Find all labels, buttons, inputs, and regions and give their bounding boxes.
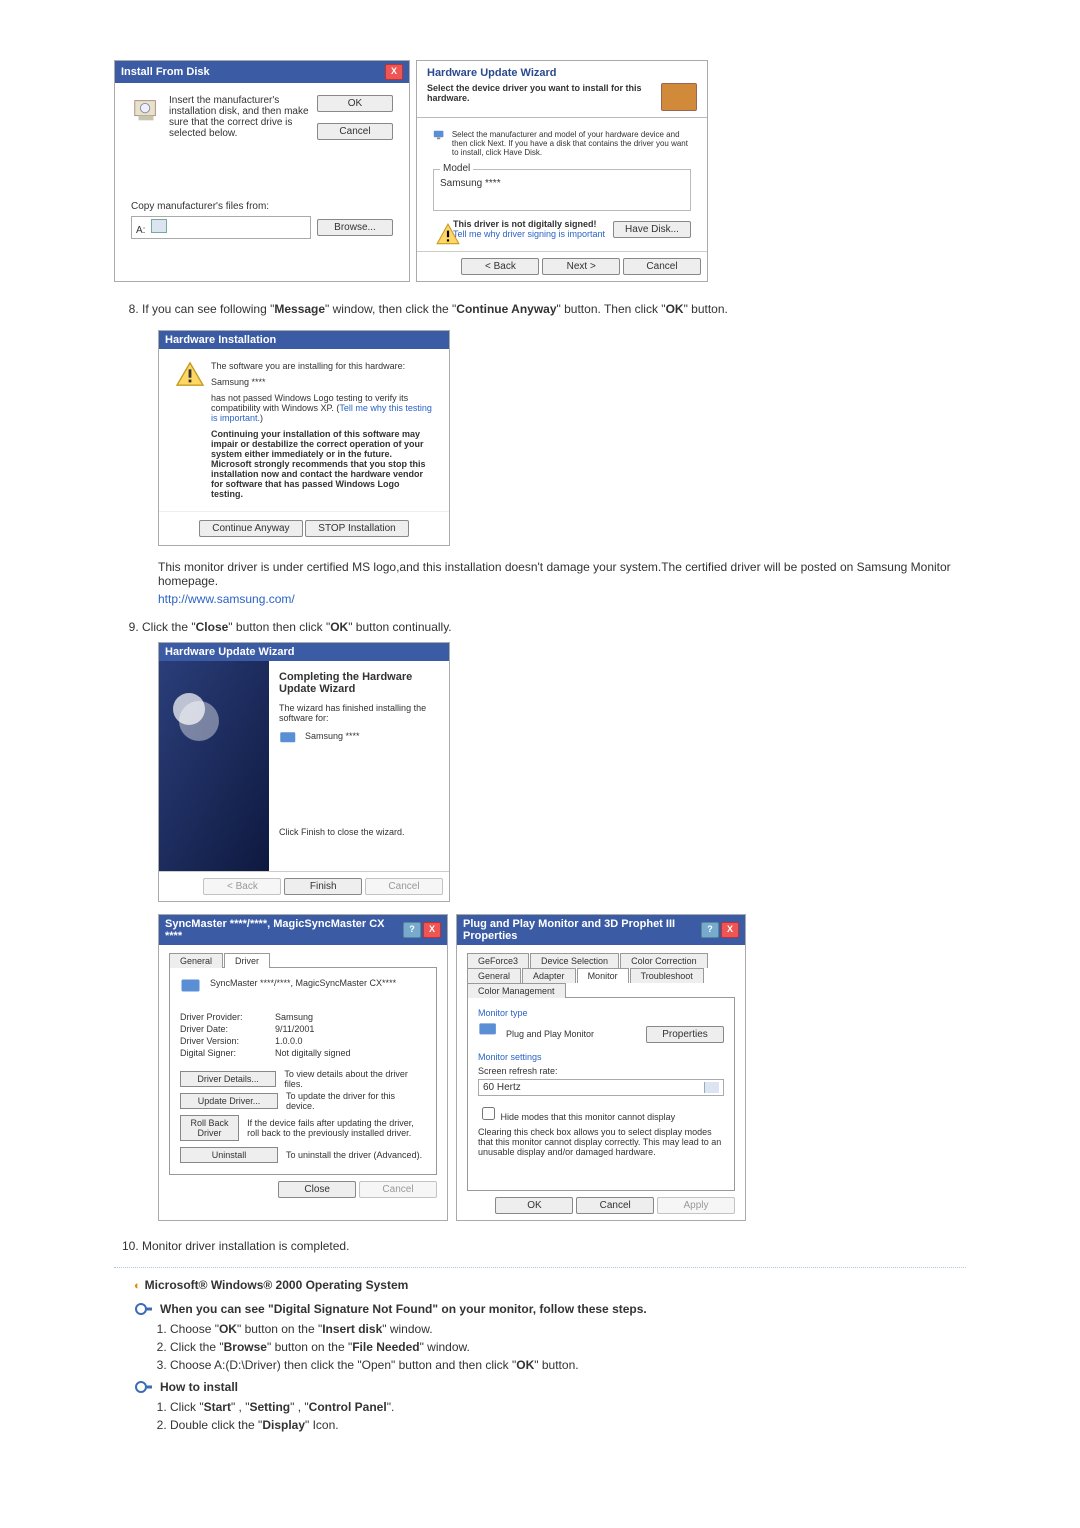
warning-icon: [175, 361, 205, 387]
disk-icon: [131, 95, 161, 125]
close-icon[interactable]: X: [385, 64, 403, 80]
hw-update-sub: Select the device driver you want to ins…: [427, 83, 661, 111]
tab-device-selection[interactable]: Device Selection: [530, 953, 619, 968]
ok-button[interactable]: OK: [495, 1197, 573, 1214]
cancel-button[interactable]: Cancel: [623, 258, 701, 275]
hide-modes-checkbox[interactable]: [482, 1107, 495, 1120]
hw-install-l1: The software you are installing for this…: [211, 361, 433, 371]
step-8: If you can see following "Message" windo…: [114, 302, 966, 316]
hw-install-title: Hardware Installation: [165, 334, 276, 346]
path-input[interactable]: A:: [131, 216, 311, 239]
copy-files-label: Copy manufacturer's files from:: [131, 201, 393, 212]
cancel-button[interactable]: Cancel: [576, 1197, 654, 1214]
completing-wizard-dialog: Hardware Update Wizard Completing the Ha…: [158, 642, 450, 902]
hardware-icon: [661, 83, 697, 111]
driver-properties-dialog: SyncMaster ****/****, MagicSyncMaster CX…: [158, 914, 448, 1221]
sig-not-found-heading: When you can see "Digital Signature Not …: [160, 1302, 647, 1316]
model-value: Samsung ****: [440, 178, 684, 189]
back-button[interactable]: < Back: [461, 258, 539, 275]
cancel-button[interactable]: Cancel: [317, 123, 393, 140]
hw-install-l2: Samsung ****: [211, 377, 433, 387]
close-button[interactable]: Close: [278, 1181, 356, 1198]
w2k-b-step-1: Click "Start" , "Setting" , "Control Pan…: [170, 1400, 966, 1414]
have-disk-button[interactable]: Have Disk...: [613, 221, 691, 238]
monitor-icon: [433, 130, 446, 154]
cancel-button: Cancel: [365, 878, 443, 895]
model-group-label: Model: [440, 163, 473, 174]
how-to-install-heading: How to install: [160, 1380, 238, 1394]
hw-instruction: Select the manufacturer and model of you…: [452, 130, 691, 157]
continue-anyway-button[interactable]: Continue Anyway: [199, 520, 302, 537]
tab-monitor[interactable]: Monitor: [577, 968, 629, 983]
browse-button[interactable]: Browse...: [317, 219, 393, 236]
properties-button[interactable]: Properties: [646, 1026, 724, 1043]
install-from-disk-dialog: Install From Disk X Insert the manufactur…: [114, 60, 410, 282]
install-from-disk-title: Install From Disk: [121, 66, 210, 78]
not-signed-text: This driver is not digitally signed!: [453, 219, 597, 229]
uninstall-button[interactable]: Uninstall: [180, 1147, 278, 1163]
step-marker-icon: [134, 1302, 154, 1316]
finish-button[interactable]: Finish: [284, 878, 362, 895]
monitor-icon: [180, 978, 204, 1002]
monitor-icon: [279, 731, 299, 747]
stop-installation-button[interactable]: STOP Installation: [305, 520, 408, 537]
dropdown-icon: [704, 1082, 719, 1093]
refresh-rate-select[interactable]: 60 Hertz: [478, 1079, 724, 1096]
hw-update-title: Hardware Update Wizard: [427, 67, 697, 79]
help-icon[interactable]: ?: [701, 922, 719, 938]
tab-general[interactable]: General: [467, 968, 521, 983]
close-icon[interactable]: X: [721, 922, 739, 938]
os-2000-heading: ◐Microsoft® Windows® 2000 Operating Syst…: [134, 1278, 966, 1292]
cancel-button: Cancel: [359, 1181, 437, 1198]
tab-geforce3[interactable]: GeForce3: [467, 953, 529, 968]
warning-icon: [433, 222, 447, 236]
apply-button: Apply: [657, 1197, 735, 1214]
step-9: Click the "Close" button then click "OK"…: [142, 620, 966, 634]
hw-install-warn: Continuing your installation of this sof…: [211, 429, 433, 499]
close-icon[interactable]: X: [423, 922, 441, 938]
wizard-side-image: [159, 661, 269, 871]
w2k-a-step-3: Choose A:(D:\Driver) then click the "Ope…: [170, 1358, 966, 1372]
dropdown-icon[interactable]: [151, 219, 167, 233]
tab-color-mgmt[interactable]: Color Management: [467, 983, 566, 998]
rollback-driver-button[interactable]: Roll Back Driver: [180, 1115, 239, 1141]
ok-button[interactable]: OK: [317, 95, 393, 112]
driver-details-button[interactable]: Driver Details...: [180, 1071, 276, 1087]
cert-paragraph: This monitor driver is under certified M…: [158, 560, 966, 588]
tab-troubleshoot[interactable]: Troubleshoot: [630, 968, 704, 983]
hardware-installation-dialog: Hardware Installation The software you a…: [158, 330, 450, 546]
samsung-link[interactable]: http://www.samsung.com/: [158, 592, 295, 606]
tab-general[interactable]: General: [169, 953, 223, 968]
w2k-b-step-2: Double click the "Display" Icon.: [170, 1418, 966, 1432]
help-icon[interactable]: ?: [403, 922, 421, 938]
bullet-icon: ◐: [134, 1280, 141, 1292]
w2k-a-step-2: Click the "Browse" button on the "File N…: [170, 1340, 966, 1354]
next-button[interactable]: Next >: [542, 258, 620, 275]
why-signing-link[interactable]: Tell me why driver signing is important: [453, 229, 605, 239]
plug-and-play-properties-dialog: Plug and Play Monitor and 3D Prophet III…: [456, 914, 746, 1221]
step-marker-icon: [134, 1380, 154, 1394]
monitor-icon: [478, 1022, 500, 1046]
update-driver-button[interactable]: Update Driver...: [180, 1093, 278, 1109]
w2k-a-step-1: Choose "OK" button on the "Insert disk" …: [170, 1322, 966, 1336]
step-10: Monitor driver installation is completed…: [142, 1239, 966, 1253]
hardware-update-wizard-dialog: Hardware Update Wizard Select the device…: [416, 60, 708, 282]
wizard-complete-heading: Completing the Hardware Update Wizard: [279, 671, 437, 695]
tab-color-correction[interactable]: Color Correction: [620, 953, 708, 968]
tab-driver[interactable]: Driver: [224, 953, 270, 968]
install-instruction: Insert the manufacturer's installation d…: [169, 95, 317, 140]
back-button: < Back: [203, 878, 281, 895]
tab-adapter[interactable]: Adapter: [522, 968, 576, 983]
